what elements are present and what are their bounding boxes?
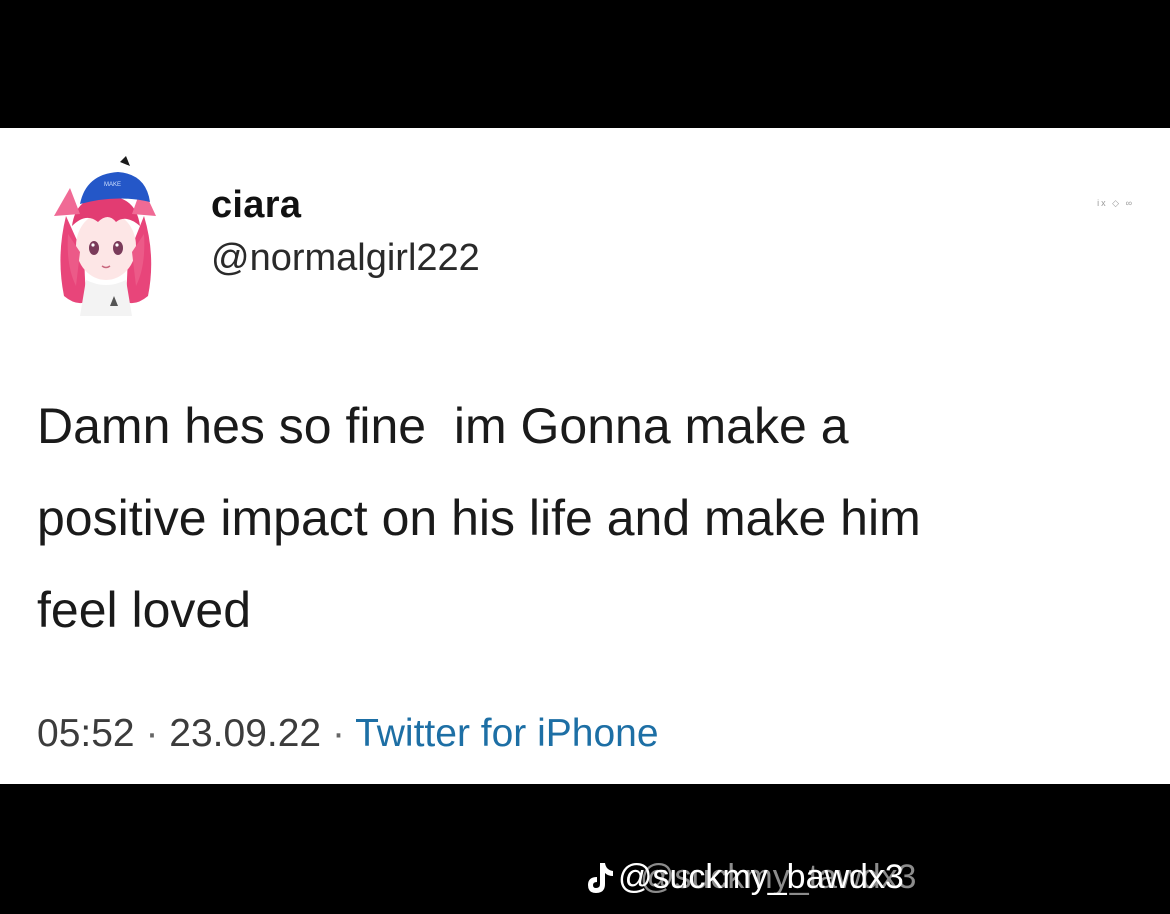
tweet-time: 05:52 bbox=[37, 712, 135, 755]
meta-separator: · bbox=[145, 712, 159, 755]
display-name[interactable]: ciara bbox=[211, 184, 301, 227]
tweet-source-link[interactable]: Twitter for iPhone bbox=[355, 712, 658, 755]
svg-text:MAKE: MAKE bbox=[104, 182, 121, 188]
anime-girl-avatar-icon: MAKE bbox=[54, 156, 156, 316]
tweet-meta: 05:52 · 23.09.22 · Twitter for iPhone bbox=[37, 712, 659, 756]
tiktok-icon bbox=[588, 862, 613, 893]
tweet-card: MAKE ciara @normalgirl222 ix ◇ ∞ Damn he… bbox=[0, 128, 1170, 784]
screenshot-frame: MAKE ciara @normalgirl222 ix ◇ ∞ Damn he… bbox=[0, 0, 1170, 914]
watermark-ghost-text: @suckmy_tawdx3 bbox=[640, 858, 917, 896]
user-handle[interactable]: @normalgirl222 bbox=[211, 237, 480, 280]
tweet-date: 23.09.22 bbox=[169, 712, 322, 755]
meta-separator: · bbox=[331, 712, 345, 755]
avatar[interactable]: MAKE bbox=[46, 156, 164, 316]
corner-mark: ix ◇ ∞ bbox=[1097, 198, 1134, 208]
watermark-text: @suckmy_bawdx3 @suckmy_tawdx3 bbox=[618, 858, 917, 896]
tweet-text: Damn hes so fine im Gonna make a positiv… bbox=[37, 398, 921, 638]
tiktok-watermark: @suckmy_bawdx3 @suckmy_tawdx3 bbox=[586, 858, 917, 897]
